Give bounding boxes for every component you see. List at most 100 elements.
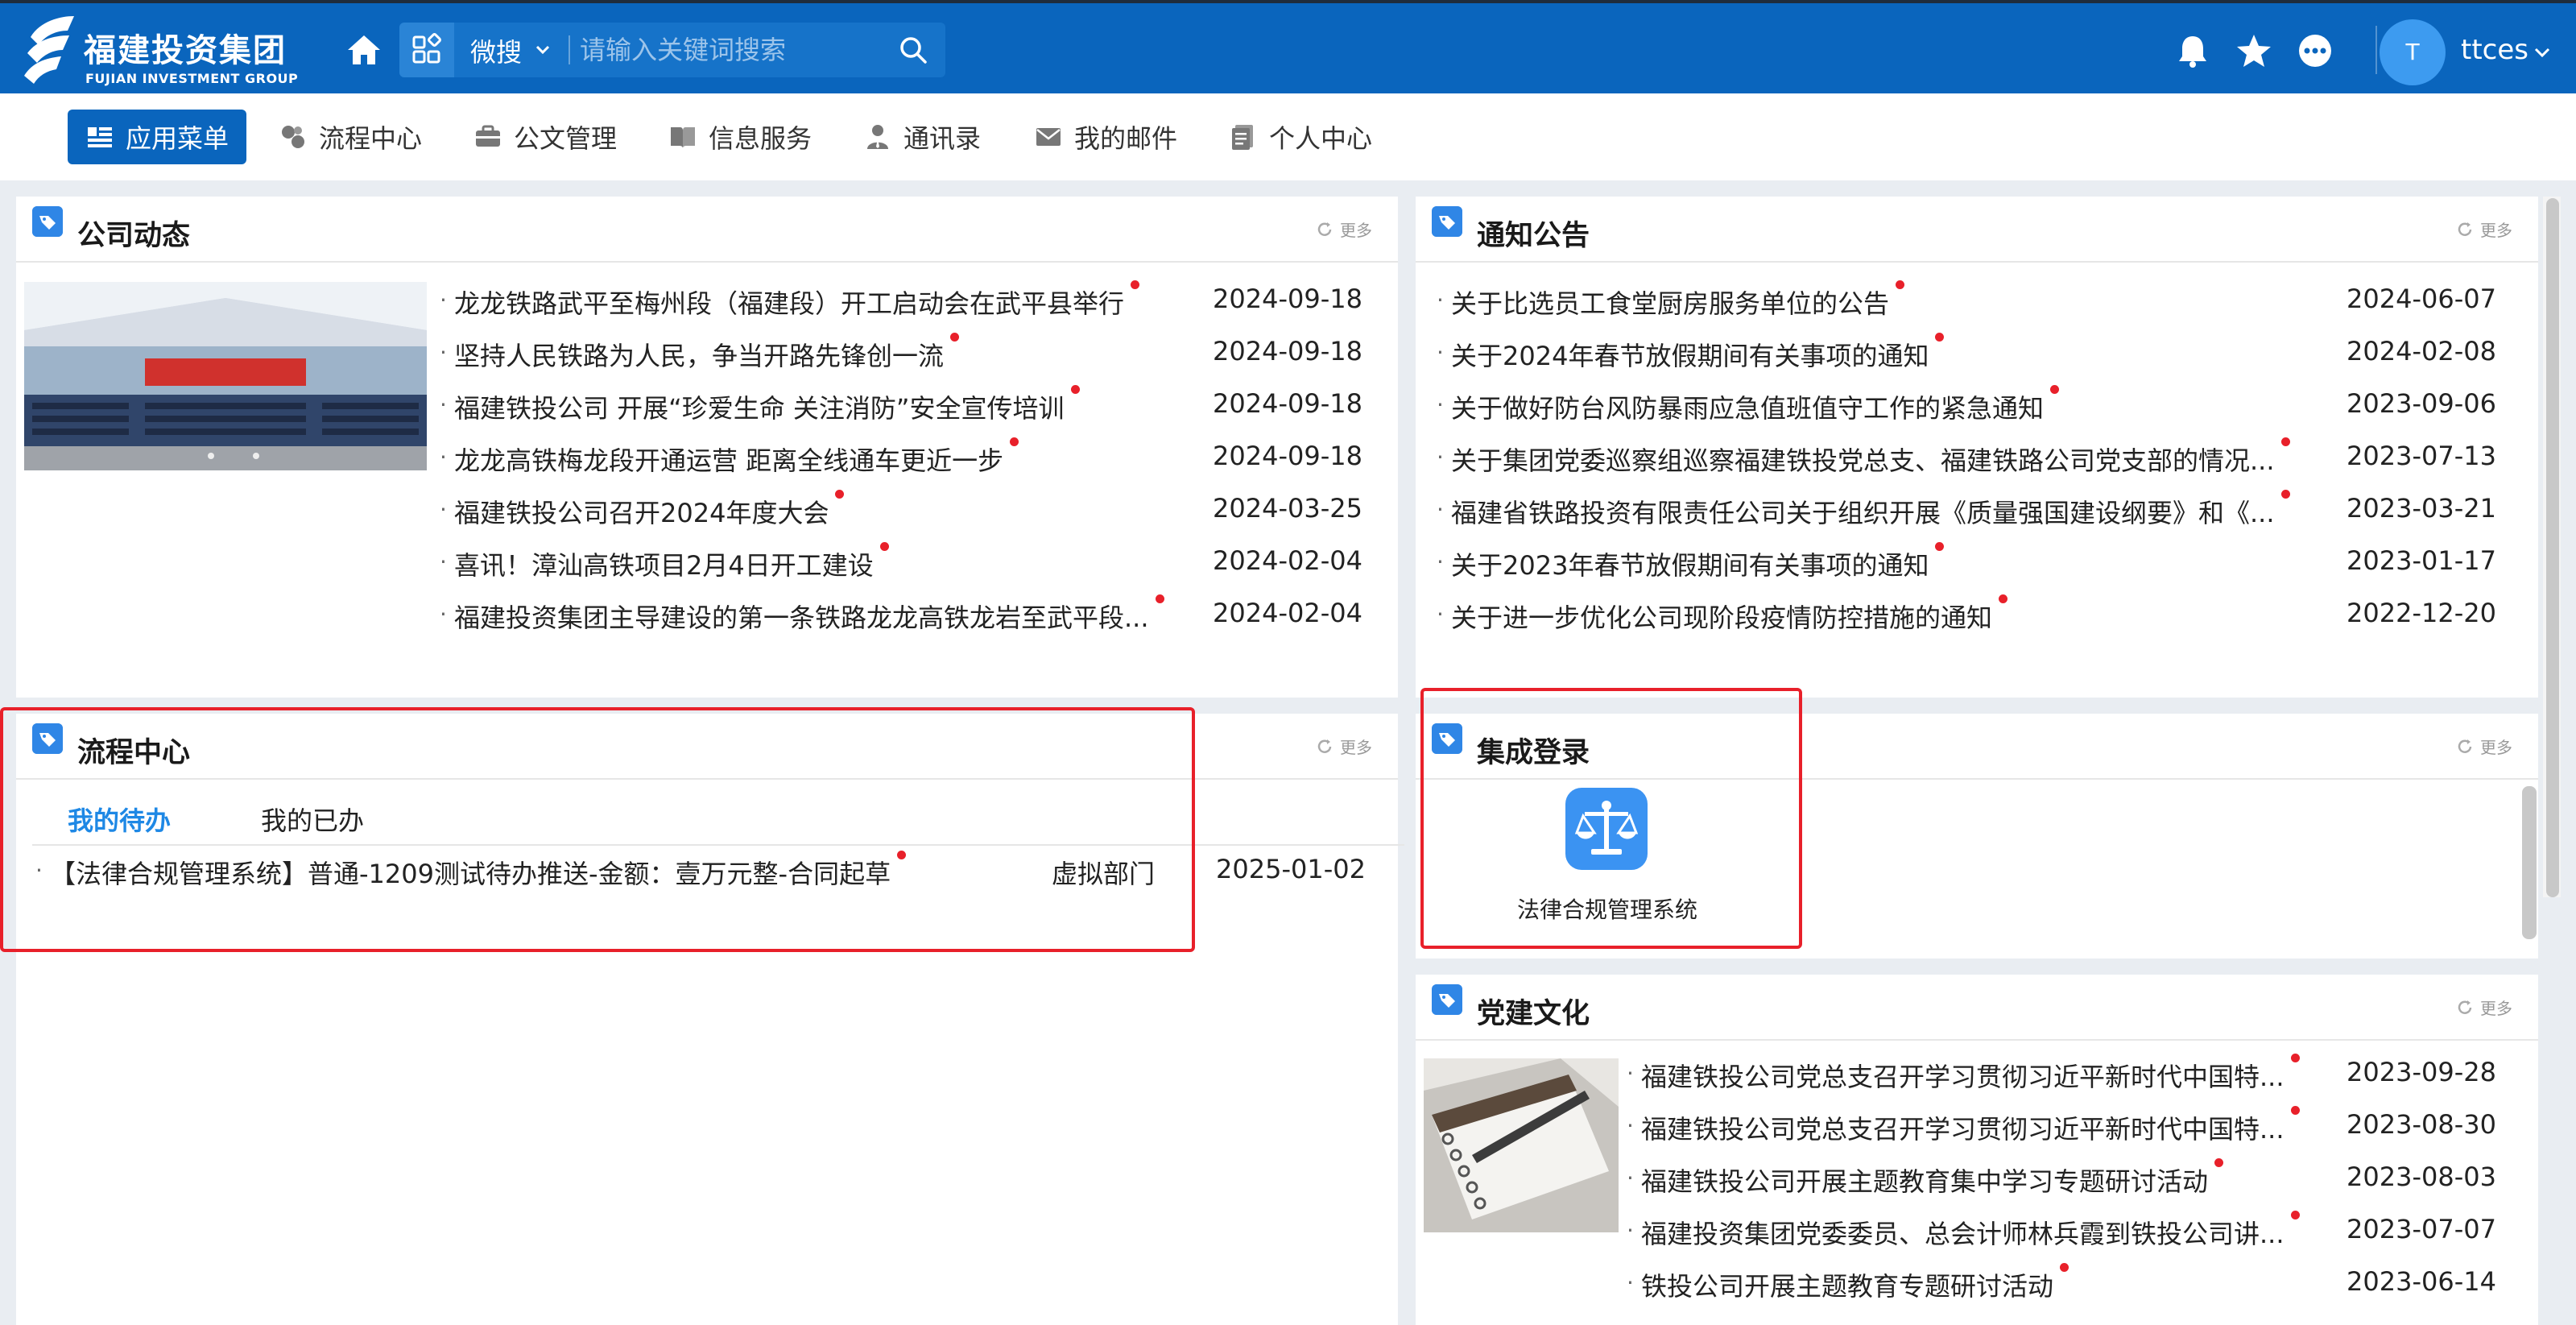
nav-app-menu[interactable]: 应用菜单 (68, 110, 247, 164)
search-divider (569, 35, 570, 64)
party-row[interactable]: · 福建铁投公司党总支召开学习贯彻习近平新时代中国特... 2023-09-28 (1627, 1052, 2516, 1100)
row-title[interactable]: 铁投公司开展主题教育专题研讨活动 (1641, 1266, 2053, 1303)
app-menu-icon (88, 127, 112, 147)
party-row[interactable]: · 福建铁投公司党总支召开学习贯彻习近平新时代中国特... 2023-08-30 (1627, 1104, 2516, 1153)
row-date: 2024-03-25 (1213, 493, 1362, 524)
panel-divider (1416, 1039, 2538, 1041)
more-link[interactable]: 更多 (2456, 996, 2512, 1019)
notice-row[interactable]: · 关于集团党委巡察组巡察福建铁投党总支、福建铁路公司党支部的情况... 2023-… (1437, 436, 2516, 484)
bullet: · (440, 391, 447, 418)
party-row[interactable]: · 铁投公司开展主题教育专题研讨活动 2023-06-14 (1627, 1261, 2516, 1310)
page-scrollbar-thumb[interactable] (2546, 198, 2559, 897)
row-title[interactable]: 福建投资集团党委委员、总会计师林兵霞到铁投公司讲... (1641, 1214, 2284, 1251)
more-chat-icon[interactable] (2297, 32, 2334, 69)
bullet: · (1437, 391, 1444, 418)
row-date: 2023-08-03 (2347, 1161, 2496, 1192)
news-photo-image[interactable] (24, 282, 427, 470)
bullet: · (440, 549, 447, 575)
user-divider (2375, 26, 2377, 74)
notebook-photo-image[interactable] (1424, 1058, 1619, 1232)
row-title[interactable]: 福建铁投公司党总支召开学习贯彻习近平新时代中国特... (1641, 1057, 2284, 1094)
logo[interactable]: 福建投资集团 FUJIAN INVESTMENT GROUP (24, 10, 298, 90)
book-icon (671, 127, 695, 148)
bullet: · (1437, 287, 1444, 313)
workflow-icon (282, 126, 304, 148)
main-nav: 应用菜单 流程中心 公文管理 信息服务 通讯录 我的邮件 个人中心 (0, 93, 2576, 180)
nav-label: 应用菜单 (126, 123, 229, 154)
row-date: 2024-09-18 (1213, 336, 1362, 366)
notice-row[interactable]: · 关于2024年春节放假期间有关事项的通知 2024-02-08 (1437, 331, 2516, 379)
refresh-icon (2458, 1000, 2472, 1014)
nav-contacts[interactable]: 通讯录 (863, 110, 981, 164)
notice-row[interactable]: · 关于2023年春节放假期间有关事项的通知 2023-01-17 (1437, 540, 2516, 589)
news-row[interactable]: · 龙龙高铁梅龙段开通运营 距离全线通车更近一步 2024-09-18 (440, 436, 1366, 484)
row-title[interactable]: 龙龙铁路武平至梅州段（福建段）开工启动会在武平县举行 (454, 284, 1124, 321)
username[interactable]: ttces (2461, 34, 2528, 66)
logo-mark-icon (24, 16, 74, 84)
new-dot-icon (2291, 1054, 2300, 1062)
star-icon[interactable] (2235, 32, 2272, 69)
nav-profile[interactable]: 个人中心 (1229, 110, 1372, 164)
search-icon[interactable] (897, 34, 929, 66)
row-title[interactable]: 关于做好防台风防暴雨应急值班值守工作的紧急通知 (1451, 388, 2044, 425)
news-row[interactable]: · 喜讯！漳汕高铁项目2月4日开工建设 2024-02-04 (440, 540, 1366, 589)
notice-row[interactable]: · 关于比选员工食堂厨房服务单位的公告 2024-06-07 (1437, 279, 2516, 327)
row-date: 2023-08-30 (2347, 1109, 2496, 1140)
news-row[interactable]: · 坚持人民铁路为人民，争当开路先锋创一流 2024-09-18 (440, 331, 1366, 379)
bullet: · (440, 601, 447, 627)
new-dot-icon (2281, 490, 2290, 499)
row-title[interactable]: 关于2023年春节放假期间有关事项的通知 (1451, 545, 1929, 582)
nav-mail[interactable]: 我的邮件 (1034, 110, 1177, 164)
row-title[interactable]: 福建投资集团主导建设的第一条铁路龙龙高铁龙岩至武平段... (454, 598, 1149, 635)
more-link[interactable]: 更多 (1316, 735, 1372, 758)
news-row[interactable]: · 福建铁投公司 开展“珍爱生命 关注消防”安全宣传培训 2024-09-18 (440, 383, 1366, 432)
more-link[interactable]: 更多 (1316, 217, 1372, 241)
nav-info-service[interactable]: 信息服务 (668, 110, 812, 164)
row-title[interactable]: 关于比选员工食堂厨房服务单位的公告 (1451, 284, 1889, 321)
news-row[interactable]: · 福建投资集团主导建设的第一条铁路龙龙高铁龙岩至武平段... 2024-02-04 (440, 593, 1366, 641)
new-dot-icon (2291, 1211, 2300, 1219)
row-title[interactable]: 福建省铁路投资有限责任公司关于组织开展《质量强国建设纲要》和《... (1451, 493, 2275, 530)
row-title[interactable]: 喜讯！漳汕高铁项目2月4日开工建设 (454, 545, 874, 582)
party-row[interactable]: · 福建投资集团党委委员、总会计师林兵霞到铁投公司讲... 2023-07-07 (1627, 1209, 2516, 1257)
row-title[interactable]: 坚持人民铁路为人民，争当开路先锋创一流 (454, 336, 944, 373)
notice-row[interactable]: · 关于做好防台风防暴雨应急值班值守工作的紧急通知 2023-09-06 (1437, 383, 2516, 432)
party-row[interactable]: · 福建铁投公司开展主题教育集中学习专题研讨活动 2023-08-03 (1627, 1157, 2516, 1205)
new-dot-icon (2281, 437, 2290, 446)
chevron-down-icon[interactable] (2532, 42, 2553, 63)
row-title[interactable]: 福建铁投公司开展主题教育集中学习专题研讨活动 (1641, 1161, 2208, 1199)
row-title[interactable]: 福建铁投公司 开展“珍爱生命 关注消防”安全宣传培训 (454, 388, 1065, 425)
chevron-down-icon[interactable] (533, 40, 552, 60)
row-date: 2024-09-18 (1213, 388, 1362, 419)
bell-icon[interactable] (2174, 32, 2211, 69)
panel-scrollbar[interactable] (2522, 786, 2537, 939)
search-input[interactable] (580, 31, 886, 69)
more-link[interactable]: 更多 (2456, 217, 2512, 241)
nav-workflow[interactable]: 流程中心 (279, 110, 422, 164)
avatar[interactable]: T (2380, 19, 2446, 85)
row-title[interactable]: 关于集团党委巡察组巡察福建铁投党总支、福建铁路公司党支部的情况... (1451, 441, 2275, 478)
bullet: · (1627, 1060, 1634, 1087)
row-title[interactable]: 关于进一步优化公司现阶段疫情防控措施的通知 (1451, 598, 1992, 635)
news-row[interactable]: · 龙龙铁路武平至梅州段（福建段）开工启动会在武平县举行 2024-09-18 (440, 279, 1366, 327)
row-title[interactable]: 关于2024年春节放假期间有关事项的通知 (1451, 336, 1929, 373)
nav-documents[interactable]: 公文管理 (473, 110, 617, 164)
more-link[interactable]: 更多 (2456, 735, 2512, 758)
bullet: · (1437, 601, 1444, 627)
new-dot-icon (2291, 1106, 2300, 1115)
row-date: 2023-01-17 (2347, 545, 2496, 576)
notice-row[interactable]: · 关于进一步优化公司现阶段疫情防控措施的通知 2022-12-20 (1437, 593, 2516, 641)
notice-row[interactable]: · 福建省铁路投资有限责任公司关于组织开展《质量强国建设纲要》和《... 2023-… (1437, 488, 2516, 536)
search-scope-select[interactable]: 微搜 (470, 32, 522, 69)
row-title[interactable]: 龙龙高铁梅龙段开通运营 距离全线通车更近一步 (454, 441, 1003, 478)
new-dot-icon (1010, 437, 1019, 446)
home-icon[interactable] (345, 31, 383, 69)
apps-grid-button[interactable] (399, 23, 454, 77)
row-title[interactable]: 福建铁投公司党总支召开学习贯彻习近平新时代中国特... (1641, 1109, 2284, 1146)
nav-label: 我的邮件 (1074, 123, 1178, 154)
refresh-icon (1317, 222, 1332, 236)
new-dot-icon (835, 490, 844, 499)
news-row[interactable]: · 福建铁投公司召开2024年度大会 2024-03-25 (440, 488, 1366, 536)
refresh-icon (2458, 739, 2472, 753)
row-title[interactable]: 福建铁投公司召开2024年度大会 (454, 493, 829, 530)
